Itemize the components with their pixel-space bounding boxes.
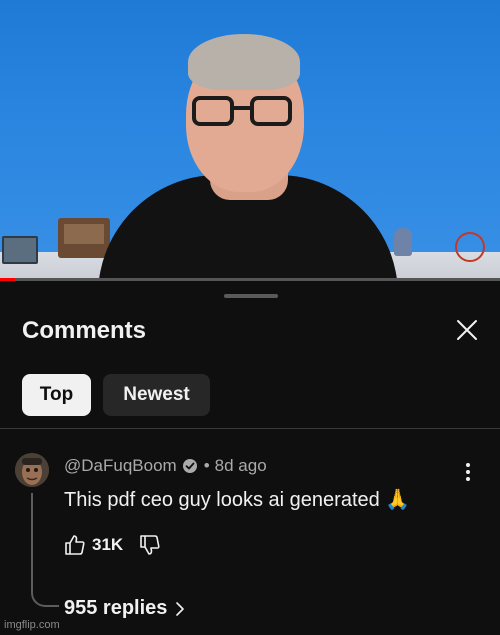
view-replies-button[interactable]: 955 replies (64, 597, 185, 620)
thumbs-up-icon (65, 535, 85, 555)
reply-thread-line (31, 493, 59, 607)
comments-sheet: Comments Top Newest @DaFuqBoom • 8d ago (0, 283, 500, 635)
close-icon (457, 320, 477, 340)
speaker-glasses (192, 96, 296, 130)
dislike-button[interactable] (139, 534, 161, 556)
sheet-drag-handle[interactable] (224, 294, 278, 298)
vertical-dots-icon (466, 463, 470, 481)
video-progress-fill (0, 278, 15, 281)
tab-newest[interactable]: Newest (103, 374, 210, 416)
vintage-radio (58, 218, 110, 258)
video-progress-bar[interactable] (0, 278, 500, 281)
comment-actions: 31K (64, 533, 161, 557)
close-button[interactable] (452, 315, 482, 345)
like-count: 31K (92, 535, 124, 554)
meta-separator: • (203, 456, 210, 475)
avatar[interactable] (15, 453, 49, 487)
picture-frame (2, 236, 38, 264)
avatar-face-icon (15, 453, 49, 487)
comments-title: Comments (22, 317, 147, 344)
replies-count: 955 replies (64, 597, 168, 619)
comment-author[interactable]: @DaFuqBoom (64, 456, 177, 476)
like-button[interactable] (64, 534, 86, 556)
figurine (394, 228, 412, 256)
more-options-button[interactable] (458, 459, 478, 485)
chevron-right-icon (176, 601, 185, 616)
thumbs-down-icon (140, 535, 160, 555)
globe-ornament (455, 232, 485, 262)
watermark: imgflip.com (4, 619, 60, 631)
comment-text: This pdf ceo guy looks ai generated 🙏 (64, 489, 411, 511)
speaker-hair (188, 34, 300, 90)
comment-meta: @DaFuqBoom • 8d ago (64, 456, 267, 476)
video-player[interactable] (0, 0, 500, 281)
divider (0, 428, 500, 429)
verified-check-icon (182, 458, 198, 474)
comment-time: 8d ago (214, 456, 267, 475)
tab-top[interactable]: Top (22, 374, 91, 416)
